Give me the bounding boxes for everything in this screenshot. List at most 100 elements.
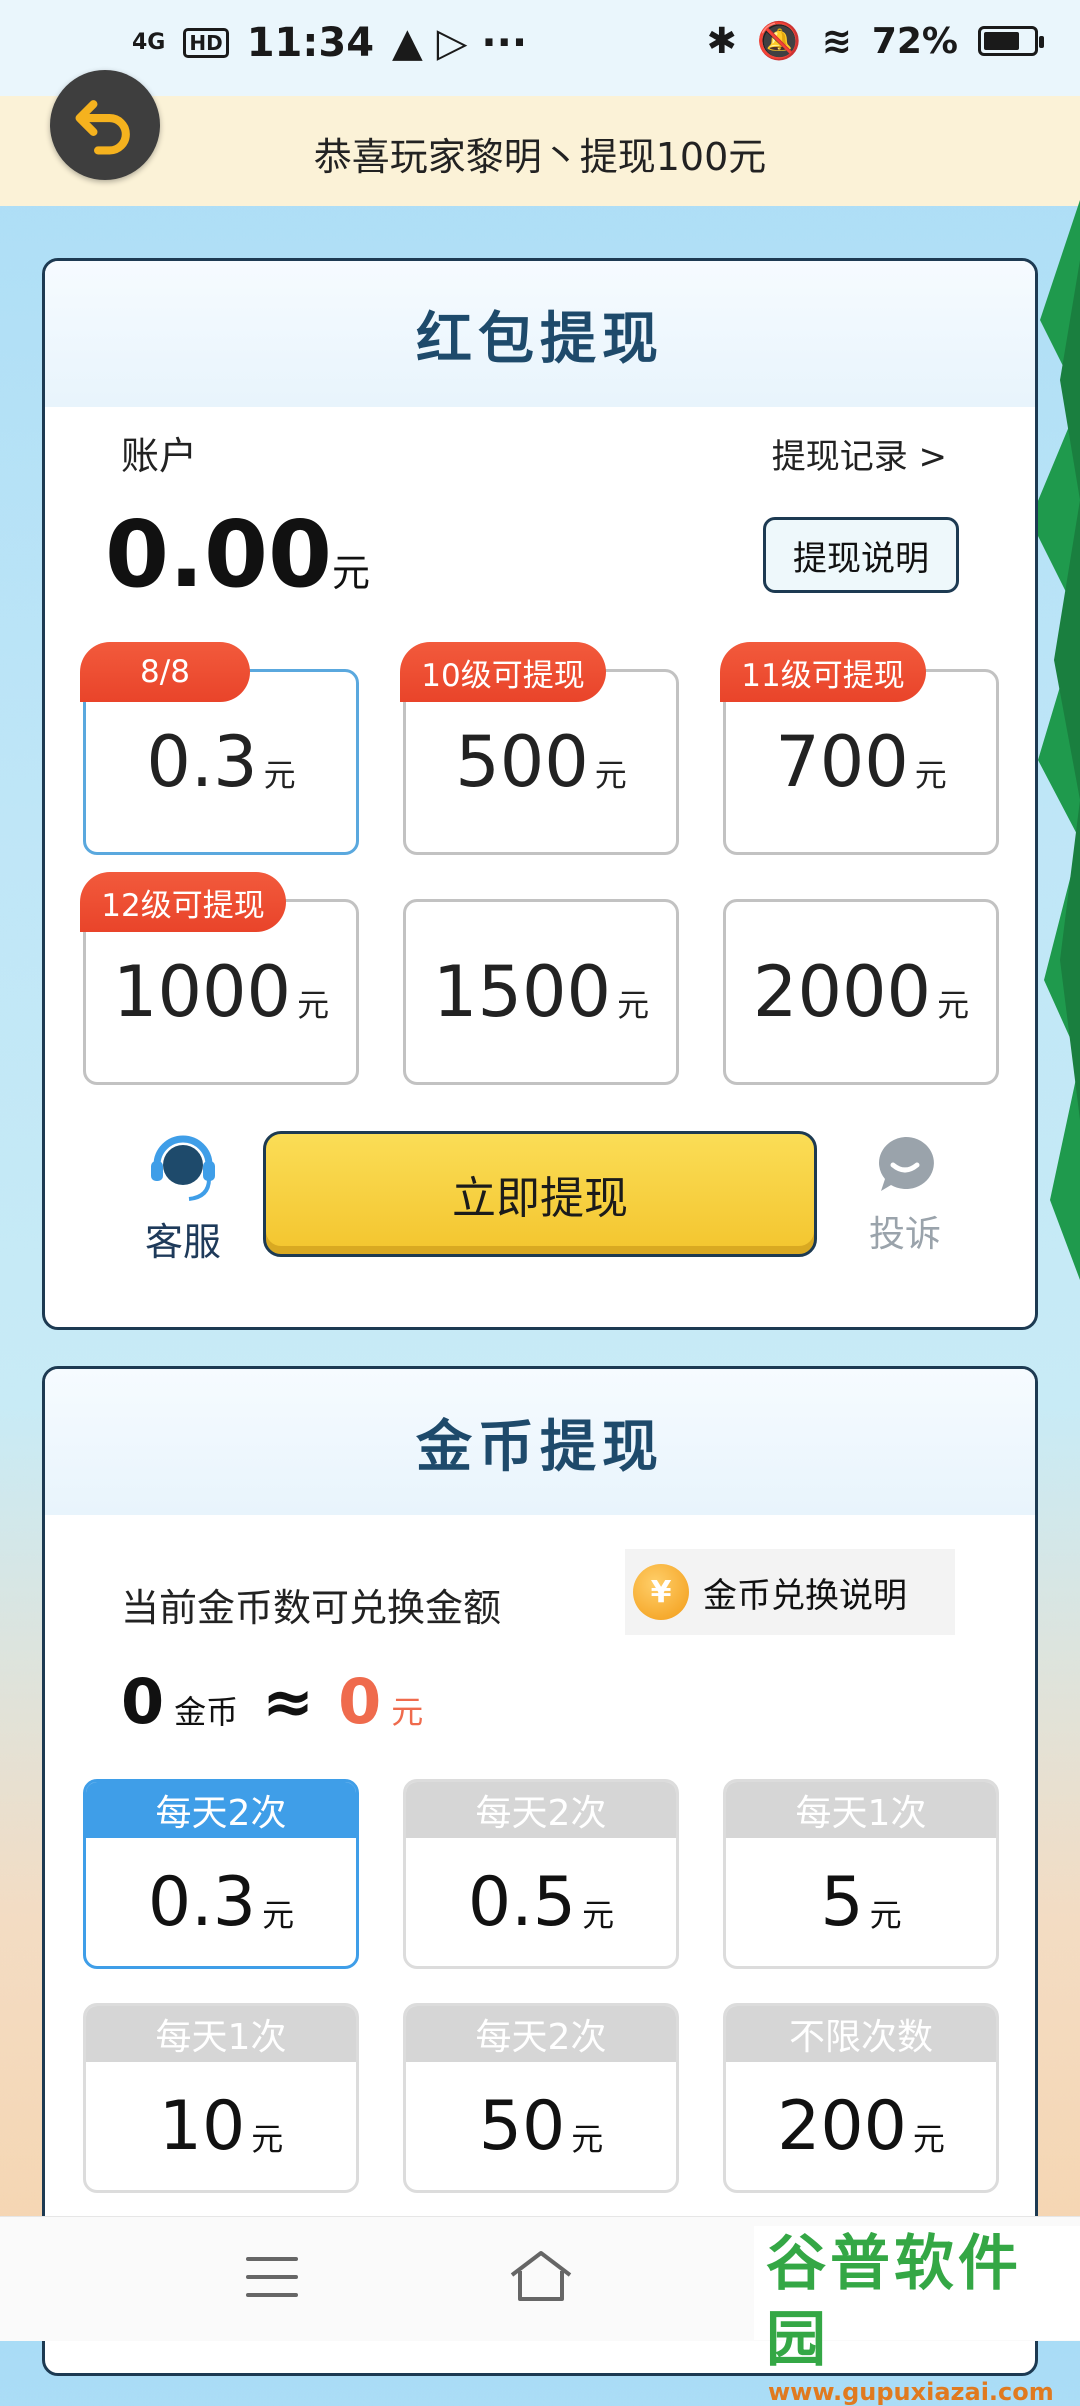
option-body: 0.3 元 [86, 1838, 356, 1966]
option-value: 10 [158, 2086, 246, 2166]
status-left: 4G HD 11:34 ▲ ▷ ··· [132, 20, 527, 66]
option-value: 0.3 [146, 721, 258, 803]
option-tag: 10级可提现 [400, 642, 606, 702]
back-arrow-icon [75, 100, 130, 155]
withdraw-records-link[interactable]: 提现记录 > [772, 429, 947, 478]
option-body: 0.5 元 [406, 1838, 676, 1966]
red-option-2[interactable]: 11级可提现 700 元 [720, 642, 999, 855]
coin-title: 金币提现 [416, 1414, 664, 1480]
coin-icon: ¥ [633, 1564, 689, 1620]
coin-option-3[interactable]: 每天1次 10 元 [83, 2003, 359, 2193]
headset-icon [151, 1135, 215, 1201]
back-button[interactable] [50, 70, 160, 180]
status-right: ✱ 🔕 ≋ 72% [706, 20, 1044, 62]
coin-options-grid: 每天2次 0.3 元 每天2次 0.5 元 每天1次 5元 每天1次 10 元 每天2… [83, 1779, 999, 2193]
red-option-3[interactable]: 12级可提现 1000 元 [80, 872, 359, 1085]
option-unit: 元 [263, 756, 296, 794]
watermark-title: 谷普软件园 [766, 2229, 1022, 2375]
option-unit: 元 [262, 1896, 295, 1934]
withdraw-now-button[interactable]: 立即提现 [263, 1131, 817, 1257]
option-unit: 元 [617, 986, 650, 1024]
customer-service-button[interactable]: 客服 [141, 1129, 225, 1266]
option-unit: 元 [571, 2120, 604, 2158]
option-value: 0.3 [147, 1862, 257, 1942]
option-value: 1500 [432, 951, 612, 1033]
red-packet-title: 红包提现 [416, 306, 664, 372]
option-value: 500 [455, 721, 589, 803]
option-limit: 每天2次 [86, 1782, 356, 1838]
option-value: 0.5 [467, 1862, 577, 1942]
option-value: 50 [478, 2086, 566, 2166]
account-balance: 0.00元 [105, 501, 370, 608]
option-unit: 元 [937, 986, 970, 1024]
hd-badge: HD [183, 28, 229, 58]
announcement-text: 恭喜玩家黎明丶提现100元 [313, 135, 767, 179]
option-tag: 8/8 [80, 642, 250, 702]
coin-yuan-unit: 元 [391, 1693, 424, 1731]
network-indicator: 4G [132, 30, 166, 55]
approx-symbol: ≈ [262, 1665, 315, 1738]
option-value: 5 [820, 1862, 864, 1942]
watermark-logo: 谷普软件园 www.gupuxiazai.com [754, 2226, 1080, 2406]
balance-unit: 元 [332, 551, 371, 595]
wifi-icon: ≋ [821, 20, 852, 62]
notification-icons: ▲ ▷ ··· [392, 20, 528, 66]
coin-option-2[interactable]: 每天1次 5元 [723, 1779, 999, 1969]
bluetooth-icon: ✱ [706, 20, 737, 62]
red-option-5[interactable]: 2000 元 [723, 899, 999, 1085]
balance-value: 0.00 [105, 501, 332, 608]
coin-explain-button[interactable]: ¥ 金币兑换说明 [625, 1549, 955, 1635]
battery-percent: 72% [871, 20, 958, 62]
option-tag: 11级可提现 [720, 642, 926, 702]
coin-option-1[interactable]: 每天2次 0.5 元 [403, 1779, 679, 1969]
red-packet-header: 红包提现 [45, 261, 1035, 407]
coin-unit: 金币 [174, 1693, 239, 1731]
complain-label: 投诉 [868, 1214, 941, 1255]
battery-fill [984, 32, 1019, 50]
red-options-grid: 8/8 0.3 元 10级可提现 500 元 11级可提现 700 元 12级可提现 … [80, 642, 999, 1085]
option-limit: 每天2次 [406, 1782, 676, 1838]
coin-option-4[interactable]: 每天2次 50 元 [403, 2003, 679, 2193]
battery-icon [978, 26, 1044, 56]
red-option-4[interactable]: 1500 元 [403, 899, 679, 1085]
red-option-1[interactable]: 10级可提现 500 元 [400, 642, 679, 855]
option-value: 700 [775, 721, 909, 803]
complain-button[interactable]: 投诉 [855, 1133, 955, 1257]
option-body: 200 元 [726, 2062, 996, 2190]
menu-icon[interactable] [246, 2257, 298, 2311]
option-limit: 每天1次 [86, 2006, 356, 2062]
withdraw-explain-button[interactable]: 提现说明 [763, 517, 959, 593]
coin-option-5[interactable]: 不限次数 200 元 [723, 2003, 999, 2193]
option-unit: 元 [582, 1896, 615, 1934]
coin-option-0[interactable]: 每天2次 0.3 元 [83, 1779, 359, 1969]
option-value: 200 [777, 2086, 907, 2166]
option-limit: 每天1次 [726, 1782, 996, 1838]
home-icon[interactable] [506, 2247, 576, 2307]
option-body: 50 元 [406, 2062, 676, 2190]
option-body: 5元 [726, 1838, 996, 1966]
watermark-url: www.gupuxiazai.com [768, 2378, 1054, 2406]
option-limit: 每天2次 [406, 2006, 676, 2062]
red-option-0[interactable]: 8/8 0.3 元 [80, 642, 359, 855]
option-unit: 元 [297, 986, 330, 1024]
red-packet-card: 红包提现 账户 提现记录 > 0.00元 提现说明 8/8 0.3 元 10级可提… [42, 258, 1038, 1330]
coin-balance-row: 0 金币 ≈ 0 元 [121, 1665, 423, 1738]
option-body: 10 元 [86, 2062, 356, 2190]
option-unit: 元 [912, 2120, 945, 2158]
option-unit: 元 [869, 1896, 902, 1934]
status-time: 11:34 [246, 20, 375, 66]
option-value: 2000 [752, 951, 932, 1033]
option-limit: 不限次数 [726, 2006, 996, 2062]
announcement-banner: 恭喜玩家黎明丶提现100元 [0, 96, 1080, 206]
option-unit: 元 [914, 756, 947, 794]
exchange-label: 当前金币数可兑换金额 [121, 1586, 502, 1630]
option-value: 1000 [112, 951, 292, 1033]
coin-yuan-value: 0 [338, 1665, 382, 1738]
coin-explain-label: 金币兑换说明 [703, 1575, 907, 1616]
option-unit: 元 [594, 756, 627, 794]
option-tag: 12级可提现 [80, 872, 286, 932]
coin-count: 0 [121, 1665, 165, 1738]
mute-icon: 🔕 [756, 21, 802, 62]
status-bar: 4G HD 11:34 ▲ ▷ ··· ✱ 🔕 ≋ 72% [0, 0, 1080, 96]
account-label: 账户 [121, 434, 198, 478]
